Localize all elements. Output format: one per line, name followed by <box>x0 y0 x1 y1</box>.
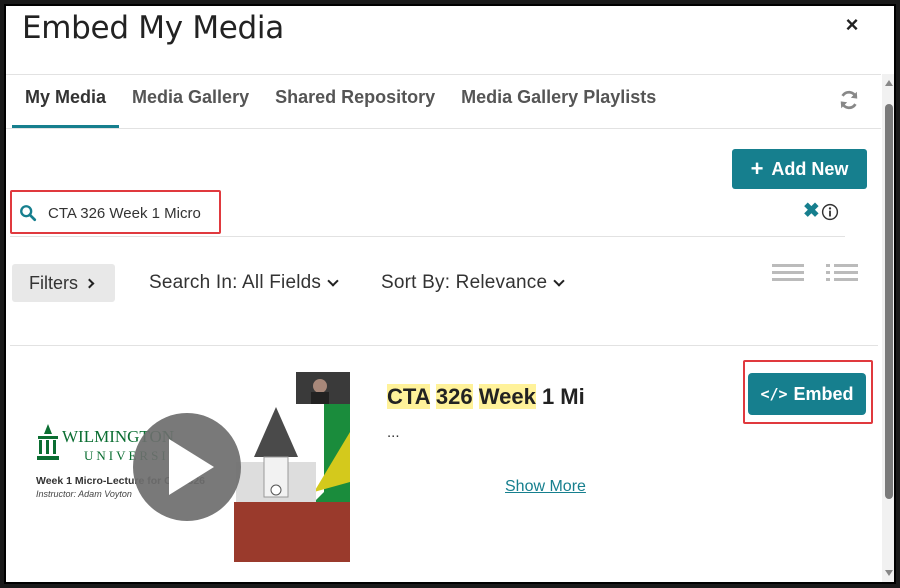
title-highlight: Week <box>478 384 536 409</box>
tab-media-gallery[interactable]: Media Gallery <box>119 76 262 128</box>
chevron-right-icon <box>84 278 95 288</box>
tab-my-media[interactable]: My Media <box>12 76 120 128</box>
tabs-divider <box>6 128 881 129</box>
grid-view-icon[interactable] <box>772 262 804 284</box>
tab-shared-repository[interactable]: Shared Repository <box>262 76 448 128</box>
refresh-icon[interactable] <box>838 89 860 111</box>
code-icon: </> <box>760 385 788 403</box>
scroll-thumb[interactable] <box>885 104 893 499</box>
sort-by-label: Sort By: Relevance <box>381 272 548 293</box>
list-view-icon[interactable] <box>826 262 858 284</box>
embed-button[interactable]: </> Embed <box>748 373 866 415</box>
results-divider <box>10 345 878 346</box>
dialog-title: Embed My Media <box>22 10 284 46</box>
scroll-up-icon[interactable] <box>885 80 893 86</box>
close-icon[interactable]: × <box>842 12 862 38</box>
tab-media-gallery-playlists[interactable]: Media Gallery Playlists <box>448 76 669 128</box>
clear-search-icon[interactable]: ✖ <box>803 201 820 221</box>
add-new-button[interactable]: + Add New <box>732 149 867 189</box>
title-highlight: 326 <box>435 384 473 409</box>
media-tabs: My Media Media Gallery Shared Repository… <box>12 76 669 128</box>
plus-icon: + <box>750 156 764 181</box>
show-more-link[interactable]: Show More <box>505 478 586 496</box>
search-input[interactable] <box>48 201 218 225</box>
search-in-dropdown[interactable]: Search In: All Fields <box>149 268 339 298</box>
header-divider <box>6 74 881 75</box>
search-divider <box>10 236 845 237</box>
search-box <box>10 190 221 234</box>
title-highlight: CTA <box>387 384 430 409</box>
thumbnail-slide: WILMINGTON UNIVERSITY Week 1 Micro-Lectu… <box>24 372 350 562</box>
scroll-down-icon[interactable] <box>885 570 893 576</box>
sort-by-dropdown[interactable]: Sort By: Relevance <box>381 268 565 298</box>
search-in-label: Search In: All Fields <box>149 272 322 293</box>
embed-label: Embed <box>793 383 854 404</box>
result-title[interactable]: CTA 326 Week 1 Mi <box>387 384 585 410</box>
filters-button[interactable]: Filters <box>12 264 115 302</box>
slide-instructor: Instructor: Adam Voyton <box>36 489 132 499</box>
search-icon[interactable] <box>19 204 37 222</box>
chevron-down-icon <box>327 274 339 287</box>
info-icon[interactable] <box>821 203 839 221</box>
chevron-down-icon <box>553 274 565 287</box>
add-new-label: Add New <box>771 158 849 179</box>
filters-label: Filters <box>29 272 78 293</box>
title-rest: 1 Mi <box>541 384 585 409</box>
result-description: ... <box>387 424 400 441</box>
media-thumbnail[interactable]: WILMINGTON UNIVERSITY Week 1 Micro-Lectu… <box>24 372 350 562</box>
embed-media-dialog: Embed My Media × My Media Media Gallery … <box>4 4 896 584</box>
vertical-scrollbar[interactable] <box>882 74 894 582</box>
